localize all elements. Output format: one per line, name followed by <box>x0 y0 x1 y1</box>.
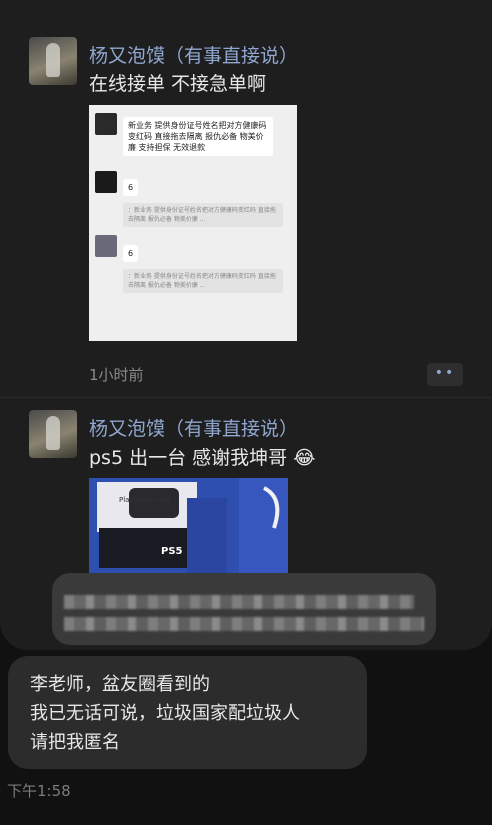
author-name[interactable]: 杨又泡馍（有事直接说） <box>89 41 298 68</box>
screenshot-reply-1: 6 <box>123 179 139 196</box>
post-text-content: ps5 出一台 感谢我坤哥 <box>89 447 288 469</box>
post-divider <box>0 397 492 398</box>
author-avatar[interactable] <box>29 410 77 458</box>
screenshot-quote-1: ：新业务 提供身份证号姓名把对方健康码变红码 直接拖去隔离 报仇必备 物美价廉 … <box>123 203 283 227</box>
author-name[interactable]: 杨又泡馍（有事直接说） <box>89 414 298 441</box>
chat-line-1: 李老师，盆友圈看到的 <box>30 674 210 695</box>
blurred-content <box>52 573 436 645</box>
more-options-button[interactable]: •• <box>427 363 463 386</box>
post-text: 在线接单 不接急单啊 <box>89 73 267 95</box>
post-screenshot-image[interactable]: 新业务 提供身份证号姓名把对方健康码变红码 直接拖去隔离 报仇必备 物美价廉 支… <box>89 105 297 341</box>
photo-brand-label: PS5 <box>161 546 183 557</box>
screenshot-reply-2: 6 <box>123 245 139 262</box>
moments-card: 杨又泡馍（有事直接说） 在线接单 不接急单啊 新业务 提供身份证号姓名把对方健康… <box>0 0 492 650</box>
post-photo[interactable]: PlayStation VR PS5 <box>89 478 288 578</box>
laugh-emoji: 😂 <box>293 447 316 469</box>
author-avatar[interactable] <box>29 37 77 85</box>
chat-line-2: 我已无话可说，垃圾国家配垃圾人 <box>30 703 300 724</box>
photo-box-label: PlayStation VR <box>119 496 171 504</box>
screenshot-quote-2: ：新业务 提供身份证号姓名把对方健康码变红码 直接拖去隔离 报仇必备 物美价廉 … <box>123 269 283 293</box>
post-text: ps5 出一台 感谢我坤哥 😂 <box>89 443 315 470</box>
chat-message-bubble[interactable]: 李老师，盆友圈看到的 我已无话可说，垃圾国家配垃圾人 请把我匿名 <box>8 656 367 769</box>
chat-line-3: 请把我匿名 <box>30 732 120 753</box>
post-time: 1小时前 <box>89 366 144 384</box>
screenshot-message: 新业务 提供身份证号姓名把对方健康码变红码 直接拖去隔离 报仇必备 物美价廉 支… <box>123 117 273 156</box>
message-timestamp: 下午1:58 <box>7 782 71 800</box>
